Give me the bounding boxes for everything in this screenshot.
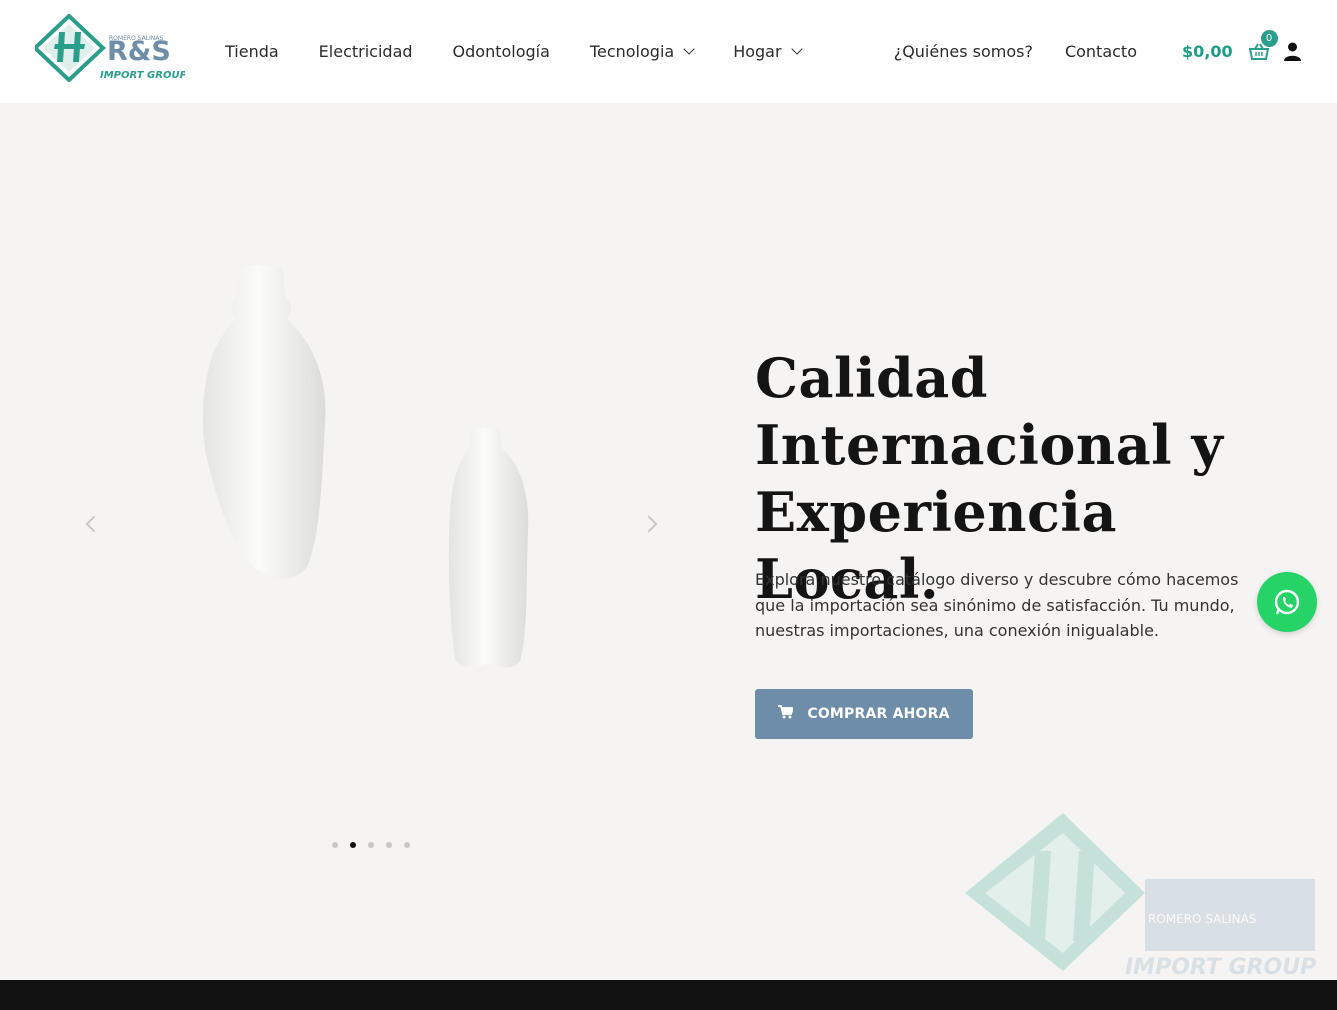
watermark-small-text: ROMERO SALINAS [1148,912,1256,926]
slider-prev-arrow[interactable] [85,515,103,533]
logo-small-text: ROMERO SALINAS [109,35,163,42]
site-header: R&S ROMERO SALINAS IMPORT GROUP Tienda E… [0,0,1337,103]
nav-item-tecnologia[interactable]: Tecnologia [589,42,695,61]
hero-slider: Calidad Internacional y Experiencia Loca… [0,103,1337,980]
cart-icon [778,705,795,723]
whatsapp-icon[interactable] [1257,572,1317,632]
nav-item-odontologia[interactable]: Odontología [453,42,550,61]
cart-amount: $0,00 [1182,42,1233,61]
slider-next-arrow[interactable] [640,515,658,533]
nav-label: ¿Quiénes somos? [893,42,1033,61]
main-nav: Tienda Electricidad Odontología Tecnolog… [225,0,803,103]
nav-item-contacto[interactable]: Contacto [1065,42,1137,61]
slider-dot[interactable] [404,842,410,848]
product-image-bottles [190,263,550,683]
nav-item-electricidad[interactable]: Electricidad [319,42,413,61]
secondary-nav: ¿Quiénes somos? Contacto [894,0,1137,103]
chevron-down-icon [790,43,803,55]
nav-label: Hogar [733,42,782,61]
slider-dots [332,842,410,848]
nav-label: Odontología [452,42,550,61]
shop-now-button[interactable]: COMPRAR AHORA [755,689,973,739]
watermark-tagline-text: IMPORT GROUP [1125,955,1316,976]
user-icon[interactable] [1283,42,1302,61]
nav-item-tienda[interactable]: Tienda [225,42,279,61]
nav-item-quienes-somos[interactable]: ¿Quiénes somos? [894,42,1033,61]
slider-dot-active[interactable] [350,842,356,848]
watermark-logo: ROMERO SALINAS IMPORT GROUP [965,811,1330,980]
slider-dot[interactable] [386,842,392,848]
nav-label: Electricidad [318,42,413,61]
brand-logo[interactable]: R&S ROMERO SALINAS IMPORT GROUP [32,13,188,83]
shop-now-label: COMPRAR AHORA [807,706,950,722]
footer-strip [0,980,1337,1010]
nav-label: Tienda [225,42,279,61]
slider-dot[interactable] [332,842,338,848]
basket-icon: 0 [1248,29,1278,62]
hero-description: Explora nuestro catálogo diverso y descu… [755,570,1239,640]
nav-item-hogar[interactable]: Hogar [733,42,803,61]
slider-dot[interactable] [368,842,374,848]
cart-button[interactable]: $0,00 0 [1182,0,1278,103]
nav-label: Tecnologia [589,42,675,61]
cart-count-badge: 0 [1260,29,1278,47]
nav-label: Contacto [1064,42,1137,61]
logo-tagline-text: IMPORT GROUP [100,70,185,81]
chevron-down-icon [683,43,695,55]
